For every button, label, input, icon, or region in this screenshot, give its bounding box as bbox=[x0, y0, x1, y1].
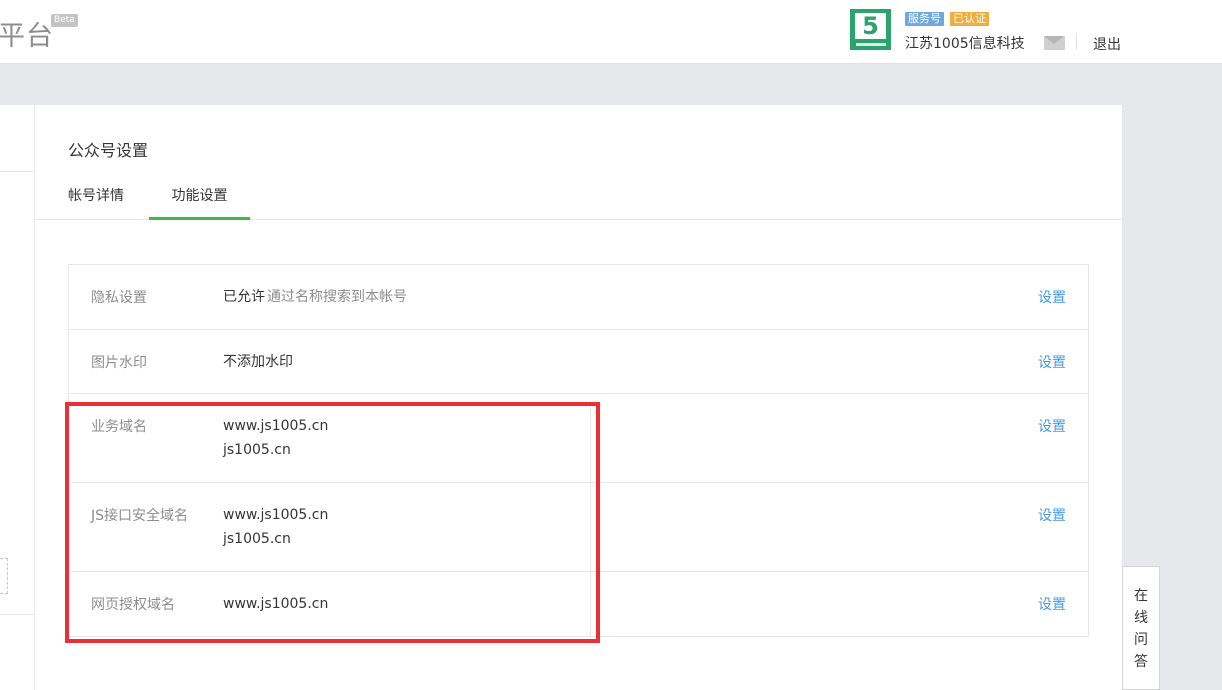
sidebar-divider bbox=[0, 171, 35, 172]
privacy-hint: 通过名称搜索到本帐号 bbox=[267, 289, 407, 305]
js-domain-settings-link[interactable]: 设置 bbox=[1038, 505, 1066, 525]
online-qa-button[interactable]: 在 线 问 答 bbox=[1122, 566, 1160, 690]
domain-entry: www.js1005.cn bbox=[223, 418, 329, 434]
qa-char: 在 bbox=[1134, 588, 1148, 604]
tab-function-settings[interactable]: 功能设置 bbox=[149, 185, 250, 220]
row-label: 图片水印 bbox=[91, 355, 147, 371]
sidebar-divider bbox=[0, 614, 35, 615]
row-value: 已允许 通过名称搜索到本帐号 bbox=[223, 285, 407, 309]
domain-entry: www.js1005.cn bbox=[223, 507, 329, 523]
settings-row-oauth-domain: 网页授权域名 www.js1005.cn 设置 bbox=[69, 572, 1088, 636]
sidebar-dashed-box bbox=[0, 558, 8, 594]
account-avatar[interactable]: 5 bbox=[850, 9, 891, 50]
account-avatar-label: 5 bbox=[855, 13, 886, 39]
watermark-settings-link[interactable]: 设置 bbox=[1038, 352, 1066, 372]
service-account-badge: 服务号 bbox=[905, 12, 944, 26]
domain-entry: js1005.cn bbox=[223, 442, 291, 458]
business-domain-settings-link[interactable]: 设置 bbox=[1038, 416, 1066, 436]
qa-char: 答 bbox=[1134, 654, 1148, 670]
tab-account-details[interactable]: 帐号详情 bbox=[68, 185, 130, 220]
row-label: JS接口安全域名 bbox=[91, 508, 189, 524]
row-label: 业务域名 bbox=[91, 419, 147, 435]
privacy-settings-link[interactable]: 设置 bbox=[1038, 287, 1066, 307]
header-divider bbox=[1076, 33, 1077, 50]
watermark-value: 不添加水印 bbox=[223, 354, 293, 370]
settings-panel: 公众号设置 帐号详情 功能设置 隐私设置 已允许 通过名称搜索到本帐号 设置 图片… bbox=[35, 105, 1123, 690]
account-name[interactable]: 江苏1005信息科技 bbox=[905, 33, 1025, 53]
oauth-domain-settings-link[interactable]: 设置 bbox=[1038, 594, 1066, 614]
mail-icon[interactable] bbox=[1044, 36, 1065, 50]
page-title: 公众号设置 bbox=[68, 141, 149, 160]
domain-list: www.js1005.cn js1005.cn bbox=[223, 503, 328, 551]
verified-badge: 已认证 bbox=[950, 12, 989, 26]
account-avatar-caption bbox=[855, 43, 886, 46]
privacy-status: 已允许 bbox=[223, 289, 265, 305]
sidebar bbox=[0, 105, 35, 690]
settings-table: 隐私设置 已允许 通过名称搜索到本帐号 设置 图片水印 不添加水印 设置 业务域名… bbox=[68, 264, 1089, 637]
settings-row-watermark: 图片水印 不添加水印 设置 bbox=[69, 330, 1088, 394]
brand-title: 平台 bbox=[0, 21, 54, 52]
qa-char: 线 bbox=[1134, 610, 1148, 626]
settings-row-business-domain: 业务域名 www.js1005.cn js1005.cn 设置 bbox=[69, 394, 1088, 483]
domain-entry: www.js1005.cn bbox=[223, 596, 329, 612]
settings-row-privacy: 隐私设置 已允许 通过名称搜索到本帐号 设置 bbox=[69, 265, 1088, 330]
row-label: 网页授权域名 bbox=[91, 597, 175, 613]
qa-char: 问 bbox=[1134, 632, 1148, 648]
beta-badge: Beta bbox=[51, 14, 78, 27]
row-label: 隐私设置 bbox=[91, 290, 147, 306]
settings-row-js-domain: JS接口安全域名 www.js1005.cn js1005.cn 设置 bbox=[69, 483, 1088, 572]
domain-entry: js1005.cn bbox=[223, 531, 291, 547]
domain-list: www.js1005.cn bbox=[223, 592, 328, 616]
tab-bar: 帐号详情 功能设置 bbox=[35, 175, 1123, 220]
domain-list: www.js1005.cn js1005.cn bbox=[223, 414, 328, 462]
top-header: 平台 Beta 5 服务号 已认证 江苏1005信息科技 退出 bbox=[0, 0, 1222, 64]
logout-button[interactable]: 退出 bbox=[1093, 34, 1121, 54]
highlight-divider bbox=[590, 406, 591, 637]
